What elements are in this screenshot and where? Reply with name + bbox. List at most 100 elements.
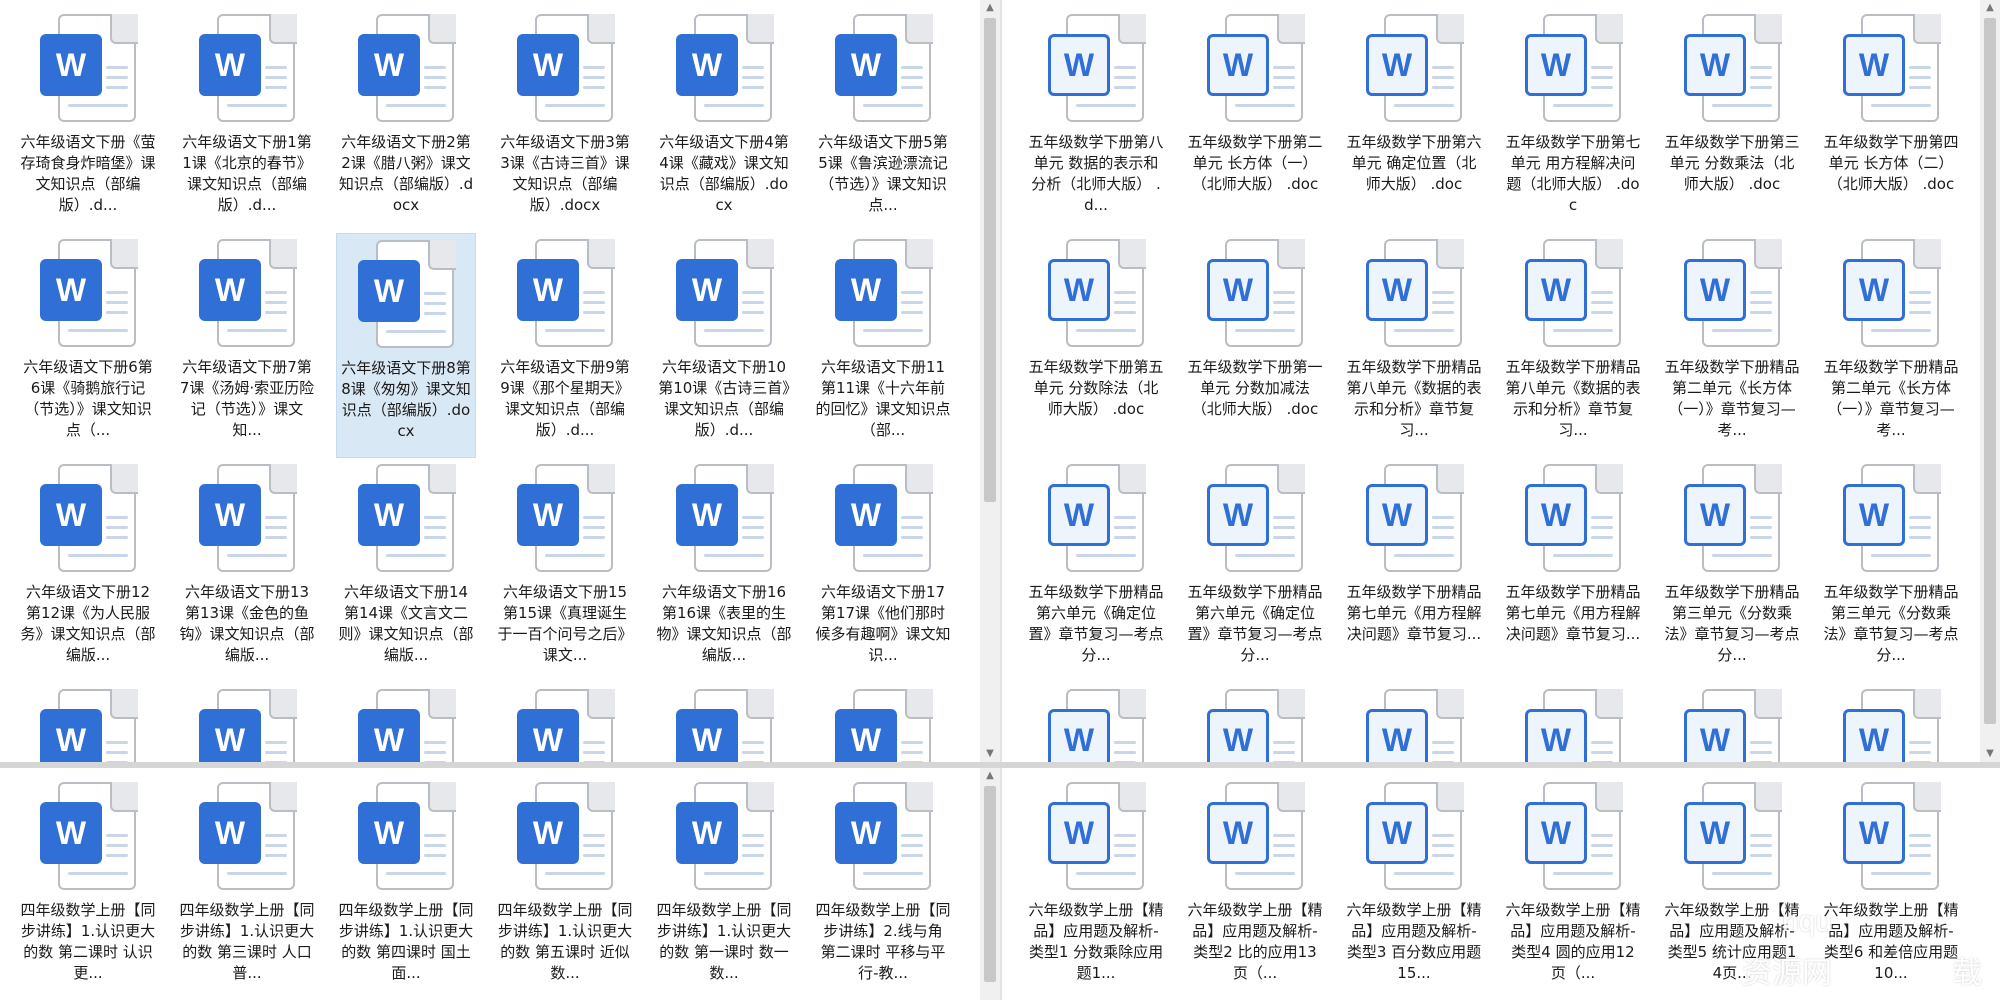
word-document-icon: W [833, 689, 933, 762]
file-item[interactable]: W 六年级语文下册《萤存琦食身炸暗堡》课文知识点（部编版）.d... [18, 8, 158, 233]
file-name: 六年级语文下册14第14课《文言文二则》课文知识点（部编版... [338, 583, 474, 664]
word-document-icon: W [356, 464, 456, 576]
file-item[interactable]: W 五年级数学下册精品 第七单元《用方程解决问题》章节复习... [1503, 458, 1643, 683]
word-w-badge: W [676, 34, 738, 96]
file-item[interactable]: W 六年级语文下册6第6课《骑鹅旅行记（节选）》课文知识点（... [18, 233, 158, 458]
word-w-badge: W [1684, 34, 1746, 96]
scroll-up-arrow-icon[interactable]: ▲ [980, 0, 1000, 16]
file-name: 五年级数学下册第八单元 数据的表示和分析（北师大版） .d... [1028, 133, 1164, 214]
explorer-pane-bottom-left: W 四年级数学上册【同步讲练】1.认识更大的数 第二课时 认识更... W 四年级数学… [0, 768, 980, 1000]
scroll-thumb[interactable] [984, 18, 996, 502]
file-item[interactable]: W 六年级语文下册15第15课《真理诞生于一百个问号之后》课文... [495, 458, 635, 683]
file-item[interactable]: W 六年级数学上册【精品】应用题及解析-类型3 百分数应用题15... [1344, 776, 1484, 1000]
file-item[interactable]: W 六年级语文下册14第14课《文言文二则》课文知识点（部编版... [336, 458, 476, 683]
file-name: 六年级数学上册【精品】应用题及解析-类型4 圆的应用12页（... [1505, 901, 1641, 982]
file-item[interactable]: W 五年级数学下册第一单元 分数加减法（北师大版） .doc [1185, 233, 1325, 458]
file-item[interactable]: W 五年级数学下册精品 第八单元《数据的表示和分析》章节复习... [1344, 233, 1484, 458]
file-item[interactable]: W 六年级语文下册11第11课《十六年前的回忆》课文知识点（部... [813, 233, 953, 458]
word-w-badge: W [676, 484, 738, 546]
file-item[interactable]: W 六年级语文下册17第17课《他们那时候多有趣啊》课文知识... [813, 458, 953, 683]
word-document-icon: W [1046, 689, 1146, 762]
file-item[interactable]: W 五年级数学下册第三单元 分数乘法（北师大版） .doc [1662, 8, 1802, 233]
word-w-badge: W [1684, 709, 1746, 762]
word-w-badge: W [1684, 484, 1746, 546]
file-item[interactable]: W [813, 683, 953, 762]
file-item[interactable]: W [1503, 683, 1643, 762]
file-name: 四年级数学上册【同步讲练】1.认识更大的数 第一课时 数一数... [656, 901, 792, 982]
file-item[interactable]: W [336, 683, 476, 762]
scrollbar-top-right[interactable]: ▲ ▼ [1980, 0, 2000, 762]
scrollbar-top-left[interactable]: ▲ ▼ [980, 0, 1000, 762]
word-w-badge: W [358, 260, 420, 322]
word-document-icon: W [356, 240, 456, 352]
file-item[interactable]: W 五年级数学下册第四单元 长方体（二）（北师大版） .doc [1821, 8, 1961, 233]
file-item[interactable]: W 五年级数学下册第二单元 长方体（一）（北师大版） .doc [1185, 8, 1325, 233]
file-item[interactable]: W 五年级数学下册第八单元 数据的表示和分析（北师大版） .d... [1026, 8, 1166, 233]
scroll-down-arrow-icon[interactable]: ▼ [1980, 746, 2000, 762]
file-item[interactable]: W 四年级数学上册【同步讲练】1.认识更大的数 第一课时 数一数... [654, 776, 794, 1000]
scrollbar-bottom-left[interactable]: ▲ [980, 768, 1000, 1000]
file-name: 五年级数学下册精品 第二单元《长方体（一）》章节复习—考... [1664, 358, 1800, 439]
file-item[interactable]: W 五年级数学下册第五单元 分数除法（北师大版） .doc [1026, 233, 1166, 458]
word-document-icon: W [38, 689, 138, 762]
file-item[interactable]: W 六年级语文下册8第8课《匆匆》课文知识点（部编版）.docx [336, 233, 476, 458]
file-item[interactable]: W 六年级语文下册9第9课《那个星期天》课文知识点（部编版）.d... [495, 233, 635, 458]
file-item[interactable]: W [1821, 683, 1961, 762]
scroll-down-arrow-icon[interactable]: ▼ [980, 746, 1000, 762]
file-item[interactable]: W [1344, 683, 1484, 762]
word-w-badge: W [1843, 709, 1905, 762]
file-item[interactable]: W 四年级数学上册【同步讲练】1.认识更大的数 第二课时 认识更... [18, 776, 158, 1000]
file-item[interactable]: W 五年级数学下册精品 第六单元《确定位置》章节复习—考点分... [1185, 458, 1325, 683]
word-document-icon: W [515, 239, 615, 351]
word-document-icon: W [356, 689, 456, 762]
file-item[interactable]: W 六年级数学上册【精品】应用题及解析-类型6 和差倍应用题10... [1821, 776, 1961, 1000]
file-item[interactable]: W 六年级数学上册【精品】应用题及解析-类型2 比的应用13页（... [1185, 776, 1325, 1000]
word-w-badge: W [517, 709, 579, 762]
file-item[interactable]: W [1662, 683, 1802, 762]
file-item[interactable]: W 六年级语文下册4第4课《藏戏》课文知识点（部编版）.docx [654, 8, 794, 233]
file-item[interactable]: W [1185, 683, 1325, 762]
file-item[interactable]: W [654, 683, 794, 762]
file-item[interactable]: W 六年级语文下册12第12课《为人民服务》课文知识点（部编版... [18, 458, 158, 683]
word-w-badge: W [517, 484, 579, 546]
word-document-icon: W [1841, 464, 1941, 576]
word-w-badge: W [1048, 709, 1110, 762]
file-item[interactable]: W 四年级数学上册【同步讲练】2.线与角 第二课时 平移与平行-教... [813, 776, 953, 1000]
file-item[interactable]: W 五年级数学下册精品 第二单元《长方体（一）》章节复习—考... [1821, 233, 1961, 458]
file-item[interactable]: W 六年级语文下册1第1课《北京的春节》课文知识点（部编版）.d... [177, 8, 317, 233]
file-item[interactable]: W 五年级数学下册精品 第二单元《长方体（一）》章节复习—考... [1662, 233, 1802, 458]
file-name: 六年级语文下册12第12课《为人民服务》课文知识点（部编版... [20, 583, 156, 664]
file-item[interactable]: W 五年级数学下册第七单元 用方程解决问题（北师大版） .doc [1503, 8, 1643, 233]
file-item[interactable]: W [18, 683, 158, 762]
word-document-icon: W [38, 239, 138, 351]
word-w-badge: W [199, 259, 261, 321]
file-item[interactable]: W 五年级数学下册精品 第六单元《确定位置》章节复习—考点分... [1026, 458, 1166, 683]
file-item[interactable]: W 六年级语文下册7第7课《汤姆·索亚历险记（节选）》课文知... [177, 233, 317, 458]
file-item[interactable]: W [495, 683, 635, 762]
file-item[interactable]: W 五年级数学下册第六单元 确定位置（北师大版） .doc [1344, 8, 1484, 233]
file-item[interactable]: W 六年级语文下册5第5课《鲁滨逊漂流记（节选）》课文知识点... [813, 8, 953, 233]
file-item[interactable]: W 五年级数学下册精品 第三单元《分数乘法》章节复习—考点分... [1662, 458, 1802, 683]
file-item[interactable]: W 六年级语文下册16第16课《表里的生物》课文知识点（部编版... [654, 458, 794, 683]
word-document-icon: W [38, 14, 138, 126]
scroll-thumb[interactable] [1984, 18, 1996, 724]
file-item[interactable]: W 四年级数学上册【同步讲练】1.认识更大的数 第三课时 人口普... [177, 776, 317, 1000]
file-item[interactable]: W 四年级数学上册【同步讲练】1.认识更大的数 第四课时 国土面... [336, 776, 476, 1000]
file-item[interactable]: W 五年级数学下册精品 第八单元《数据的表示和分析》章节复习... [1503, 233, 1643, 458]
scroll-up-arrow-icon[interactable]: ▲ [980, 768, 1000, 784]
file-item[interactable]: W 六年级语文下册3第3课《古诗三首》课文知识点（部编版）.docx [495, 8, 635, 233]
file-item[interactable]: W 六年级数学上册【精品】应用题及解析-类型4 圆的应用12页（... [1503, 776, 1643, 1000]
file-item[interactable]: W 四年级数学上册【同步讲练】1.认识更大的数 第五课时 近似数... [495, 776, 635, 1000]
file-item[interactable]: W [1026, 683, 1166, 762]
word-document-icon: W [197, 782, 297, 894]
file-item[interactable]: W [177, 683, 317, 762]
file-item[interactable]: W 六年级语文下册13第13课《金色的鱼钩》课文知识点（部编版... [177, 458, 317, 683]
file-item[interactable]: W 五年级数学下册精品 第三单元《分数乘法》章节复习—考点分... [1821, 458, 1961, 683]
scroll-thumb[interactable] [984, 786, 996, 982]
file-item[interactable]: W 六年级语文下册2第2课《腊八粥》课文知识点（部编版）.docx [336, 8, 476, 233]
file-item[interactable]: W 六年级数学上册【精品】应用题及解析-类型1 分数乘除应用题1... [1026, 776, 1166, 1000]
file-item[interactable]: W 六年级语文下册10第10课《古诗三首》课文知识点（部编版）.d... [654, 233, 794, 458]
watermark-text: 载 [1952, 957, 1982, 990]
file-item[interactable]: W 五年级数学下册精品 第七单元《用方程解决问题》章节复习... [1344, 458, 1484, 683]
scroll-up-arrow-icon[interactable]: ▲ [1980, 0, 2000, 16]
